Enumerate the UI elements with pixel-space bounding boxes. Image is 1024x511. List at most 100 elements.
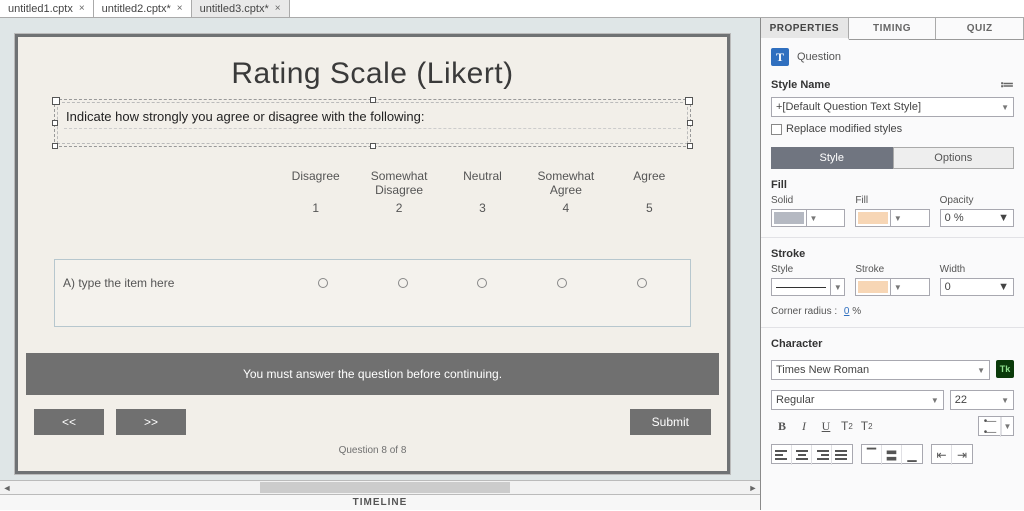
horizontal-scrollbar[interactable]: ◄ ►: [0, 480, 760, 494]
indent-increase-button[interactable]: ⇥: [952, 445, 972, 465]
style-menu-icon[interactable]: ≔: [1000, 76, 1014, 93]
chevron-down-icon: ▼: [1001, 417, 1013, 435]
scale-num: 5: [608, 201, 691, 215]
radio-option[interactable]: [398, 278, 408, 288]
chevron-down-icon: ▼: [998, 212, 1009, 224]
chevron-down-icon: ▼: [931, 396, 939, 405]
close-icon[interactable]: ×: [275, 3, 281, 14]
list-style-dropdown[interactable]: •—•— ▼: [978, 416, 1014, 436]
scale-header: Disagree: [274, 169, 357, 197]
fill-color-label: Fill: [855, 195, 929, 206]
radio-option[interactable]: [318, 278, 328, 288]
doc-tab-label: untitled3.cptx*: [200, 3, 269, 15]
fill-type-dropdown[interactable]: ▼: [771, 209, 845, 227]
chevron-down-icon: ▼: [890, 279, 904, 295]
slide-stage[interactable]: Rating Scale (Likert) Indicate how stron…: [15, 34, 730, 474]
stroke-color-picker[interactable]: ▼: [855, 278, 929, 296]
align-left-button[interactable]: [772, 445, 792, 465]
radio-option[interactable]: [637, 278, 647, 288]
likert-item-row[interactable]: A) type the item here: [54, 259, 691, 327]
doc-tab-1[interactable]: untitled1.cptx ×: [0, 0, 94, 17]
doc-tab-label: untitled1.cptx: [8, 3, 73, 15]
font-weight-dropdown[interactable]: Regular▼: [771, 390, 944, 410]
submit-button[interactable]: Submit: [630, 409, 711, 435]
next-button[interactable]: >>: [116, 409, 186, 435]
stroke-section-label: Stroke: [771, 248, 1014, 260]
fill-section-label: Fill: [771, 179, 1014, 191]
superscript-button[interactable]: T2: [837, 416, 857, 436]
subtab-style[interactable]: Style: [771, 147, 893, 169]
indent-decrease-button[interactable]: ⇤: [932, 445, 952, 465]
text-object-icon: T: [771, 48, 789, 66]
item-label[interactable]: A) type the item here: [63, 276, 283, 290]
document-tabstrip: untitled1.cptx × untitled2.cptx* × untit…: [0, 0, 1024, 18]
selected-text-object[interactable]: Indicate how strongly you agree or disag…: [54, 99, 691, 147]
properties-panel: PROPERTIES TIMING QUIZ T Question Style …: [760, 18, 1024, 510]
doc-tab-2[interactable]: untitled2.cptx* ×: [94, 0, 192, 17]
scroll-left-icon[interactable]: ◄: [0, 481, 14, 494]
prev-button[interactable]: <<: [34, 409, 104, 435]
object-type-label: Question: [797, 51, 841, 63]
style-name-value: +[Default Question Text Style]: [776, 101, 921, 113]
stroke-width-label: Width: [940, 264, 1014, 275]
font-size-input[interactable]: 22▼: [950, 390, 1014, 410]
typekit-icon[interactable]: Tk: [996, 360, 1014, 378]
align-middle-button[interactable]: 〓: [882, 445, 902, 465]
bullet-list-icon: •—•—: [984, 416, 996, 438]
align-top-button[interactable]: ▔: [862, 445, 882, 465]
chevron-down-icon: ▼: [806, 210, 820, 226]
timeline-panel-header[interactable]: TIMELINE: [0, 494, 760, 510]
stroke-style-dropdown[interactable]: ▼: [771, 278, 845, 296]
close-icon[interactable]: ×: [79, 3, 85, 14]
scale-num: 2: [357, 201, 440, 215]
chevron-down-icon: ▼: [1001, 396, 1009, 405]
scale-header: SomewhatAgree: [524, 169, 607, 197]
scale-header: Agree: [608, 169, 691, 197]
validation-message[interactable]: You must answer the question before cont…: [26, 353, 719, 395]
radio-option[interactable]: [557, 278, 567, 288]
scale-number-row: 1 2 3 4 5: [54, 201, 691, 215]
stroke-width-input[interactable]: 0▼: [940, 278, 1014, 296]
tab-timing[interactable]: TIMING: [849, 18, 937, 39]
doc-tab-3[interactable]: untitled3.cptx* ×: [192, 0, 290, 17]
scale-num: 1: [274, 201, 357, 215]
align-justify-button[interactable]: [832, 445, 852, 465]
fill-color-picker[interactable]: ▼: [855, 209, 929, 227]
doc-tab-label: untitled2.cptx*: [102, 3, 171, 15]
stroke-color-label: Stroke: [855, 264, 929, 275]
underline-button[interactable]: U: [815, 416, 837, 436]
bold-button[interactable]: B: [771, 416, 793, 436]
chevron-down-icon: ▼: [890, 210, 904, 226]
scrollbar-thumb[interactable]: [260, 482, 510, 493]
align-center-button[interactable]: [792, 445, 812, 465]
tab-properties[interactable]: PROPERTIES: [761, 18, 849, 40]
character-section-label: Character: [771, 338, 1014, 350]
subscript-button[interactable]: T2: [857, 416, 877, 436]
tab-quiz[interactable]: QUIZ: [936, 18, 1024, 39]
scale-num: 3: [441, 201, 524, 215]
italic-button[interactable]: I: [793, 416, 815, 436]
replace-styles-label: Replace modified styles: [786, 123, 902, 135]
question-title[interactable]: Rating Scale (Likert): [26, 57, 719, 91]
question-counter: Question 8 of 8: [26, 445, 719, 456]
horizontal-align-group: [771, 444, 853, 464]
align-bottom-button[interactable]: ▁: [902, 445, 922, 465]
close-icon[interactable]: ×: [177, 3, 183, 14]
replace-styles-checkbox[interactable]: Replace modified styles: [771, 123, 1014, 135]
chevron-down-icon: ▼: [1001, 103, 1009, 112]
font-family-dropdown[interactable]: Times New Roman▼: [771, 360, 990, 380]
canvas-area: Rating Scale (Likert) Indicate how stron…: [0, 18, 760, 510]
scale-num: 4: [524, 201, 607, 215]
scroll-right-icon[interactable]: ►: [746, 481, 760, 494]
corner-radius-value[interactable]: 0: [844, 306, 850, 317]
style-name-dropdown[interactable]: +[Default Question Text Style] ▼: [771, 97, 1014, 117]
chevron-down-icon: ▼: [977, 366, 985, 375]
opacity-input[interactable]: 0 %▼: [940, 209, 1014, 227]
align-right-button[interactable]: [812, 445, 832, 465]
subtab-options[interactable]: Options: [893, 147, 1015, 169]
scale-header-row: Disagree SomewhatDisagree Neutral Somewh…: [54, 169, 691, 197]
style-name-label: Style Name: [771, 79, 830, 91]
scale-header: SomewhatDisagree: [357, 169, 440, 197]
radio-option[interactable]: [477, 278, 487, 288]
question-prompt[interactable]: Indicate how strongly you agree or disag…: [64, 107, 681, 129]
